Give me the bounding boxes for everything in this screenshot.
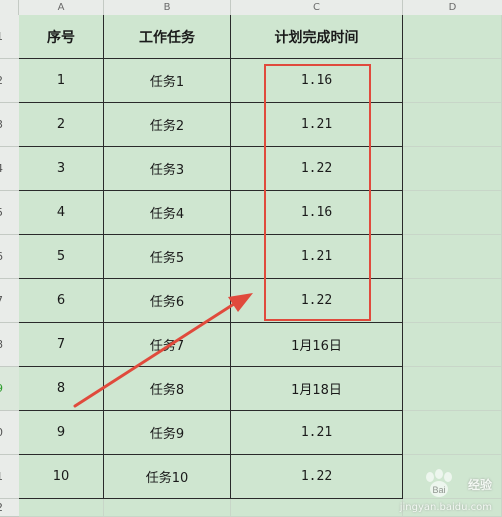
- row-number: 8: [0, 338, 3, 351]
- header-cell-deadline[interactable]: 计划完成时间: [231, 15, 403, 59]
- table-cell-task[interactable]: 任务5: [104, 235, 231, 279]
- column-header-d[interactable]: D: [403, 0, 502, 15]
- table-cell-deadline[interactable]: 1.22: [231, 279, 403, 323]
- row-header-active[interactable]: 9: [0, 367, 19, 411]
- table-cell-index[interactable]: 5: [19, 235, 104, 279]
- row-header[interactable]: 6: [0, 235, 19, 279]
- empty-cell[interactable]: [403, 235, 502, 279]
- table-cell-task[interactable]: 任务2: [104, 103, 231, 147]
- spreadsheet: A B C D 1 2 3 4 5 6 7 8 9 0 1 2 序号 工作任务 …: [0, 0, 502, 517]
- row-number: 7: [0, 294, 3, 307]
- row-header[interactable]: 1: [0, 455, 19, 499]
- table-cell-index[interactable]: 8: [19, 367, 104, 411]
- table-cell-deadline[interactable]: 1.22: [231, 455, 403, 499]
- table-cell-task[interactable]: 任务7: [104, 323, 231, 367]
- select-all-corner[interactable]: [0, 0, 19, 15]
- watermark-text: 经验: [467, 477, 492, 492]
- empty-cell[interactable]: [403, 411, 502, 455]
- row-header[interactable]: 2: [0, 59, 19, 103]
- empty-cell[interactable]: [231, 499, 403, 517]
- svg-text:Bai: Bai: [432, 485, 445, 495]
- row-header[interactable]: 8: [0, 323, 19, 367]
- empty-cell[interactable]: [403, 323, 502, 367]
- table-cell-deadline[interactable]: 1.22: [231, 147, 403, 191]
- table-cell-task[interactable]: 任务4: [104, 191, 231, 235]
- column-header-c[interactable]: C: [231, 0, 403, 15]
- row-number: 3: [0, 118, 3, 131]
- column-header-bar: A B C D: [0, 0, 502, 16]
- table-cell-task[interactable]: 任务10: [104, 455, 231, 499]
- row-header[interactable]: 0: [0, 411, 19, 455]
- empty-cell[interactable]: [403, 15, 502, 59]
- table-cell-index[interactable]: 4: [19, 191, 104, 235]
- empty-cell[interactable]: [403, 103, 502, 147]
- row-number: 1: [0, 470, 3, 483]
- row-number: 2: [0, 74, 3, 87]
- table-cell-deadline[interactable]: 1月16日: [231, 323, 403, 367]
- table-cell-index[interactable]: 9: [19, 411, 104, 455]
- header-cell-task[interactable]: 工作任务: [104, 15, 231, 59]
- header-cell-index[interactable]: 序号: [19, 15, 104, 59]
- row-number: 2: [0, 501, 3, 514]
- row-header[interactable]: 1: [0, 15, 19, 59]
- empty-cell[interactable]: [19, 499, 104, 517]
- table-cell-index[interactable]: 2: [19, 103, 104, 147]
- row-number: 6: [0, 250, 3, 263]
- column-header-b[interactable]: B: [104, 0, 231, 15]
- empty-cell[interactable]: [104, 499, 231, 517]
- row-number: 1: [0, 30, 3, 43]
- row-header[interactable]: 5: [0, 191, 19, 235]
- table-cell-deadline[interactable]: 1.21: [231, 103, 403, 147]
- table-cell-task[interactable]: 任务9: [104, 411, 231, 455]
- table-cell-index[interactable]: 7: [19, 323, 104, 367]
- empty-cell[interactable]: [403, 191, 502, 235]
- row-number: 9: [0, 382, 3, 395]
- table-cell-task[interactable]: 任务1: [104, 59, 231, 103]
- table-cell-index[interactable]: 1: [19, 59, 104, 103]
- table-cell-index[interactable]: 6: [19, 279, 104, 323]
- row-number: 5: [0, 206, 3, 219]
- table-cell-deadline[interactable]: 1.16: [231, 59, 403, 103]
- row-number: 0: [0, 426, 3, 439]
- row-header[interactable]: 7: [0, 279, 19, 323]
- table-cell-task[interactable]: 任务6: [104, 279, 231, 323]
- table-cell-task[interactable]: 任务3: [104, 147, 231, 191]
- empty-cell[interactable]: [403, 279, 502, 323]
- row-header[interactable]: 4: [0, 147, 19, 191]
- table-cell-deadline[interactable]: 1.16: [231, 191, 403, 235]
- row-header[interactable]: 3: [0, 103, 19, 147]
- table-cell-deadline[interactable]: 1月18日: [231, 367, 403, 411]
- table-cell-task[interactable]: 任务8: [104, 367, 231, 411]
- watermark-url: jingyan.baidu.com: [399, 502, 492, 513]
- table-cell-index[interactable]: 3: [19, 147, 104, 191]
- empty-cell[interactable]: [403, 367, 502, 411]
- table-cell-deadline[interactable]: 1.21: [231, 411, 403, 455]
- empty-cell[interactable]: [403, 59, 502, 103]
- watermark: Bai 经验 jingyan.baidu.com: [400, 469, 492, 513]
- row-header[interactable]: 2: [0, 499, 19, 517]
- column-header-a[interactable]: A: [19, 0, 104, 15]
- row-header-bar: 1 2 3 4 5 6 7 8 9 0 1 2: [0, 15, 20, 517]
- table-cell-deadline[interactable]: 1.21: [231, 235, 403, 279]
- paw-logo-icon: Bai: [425, 469, 452, 497]
- empty-cell[interactable]: [403, 147, 502, 191]
- table-cell-index[interactable]: 10: [19, 455, 104, 499]
- row-number: 4: [0, 162, 3, 175]
